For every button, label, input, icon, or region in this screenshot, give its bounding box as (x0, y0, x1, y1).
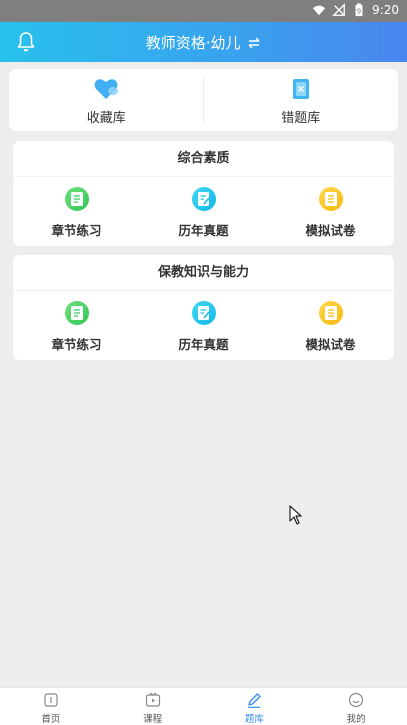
favorites-heart-icon (94, 79, 119, 99)
tab-label: 首页 (41, 714, 61, 725)
mock-exam-button[interactable]: 模拟试卷 (267, 291, 394, 360)
battery-level: 9 (357, 8, 361, 16)
tab-course[interactable]: 课程 (102, 688, 204, 725)
wrong-questions-icon (292, 79, 309, 99)
tab-question-bank[interactable]: 题库 (204, 688, 306, 725)
quick-links-card: 收藏库 错题库 (9, 69, 398, 131)
section-comprehensive-quality: 综合素质 章节练习 历年真题 模拟试卷 (13, 141, 394, 246)
swap-arrows-icon (248, 37, 260, 48)
question-bank-icon (248, 693, 262, 708)
tab-label: 我的 (346, 714, 366, 725)
section-childcare-knowledge: 保教知识与能力 章节练习 历年真题 模拟试卷 (13, 255, 394, 360)
item-label: 章节练习 (51, 337, 102, 352)
past-exams-button[interactable]: 历年真题 (140, 177, 267, 246)
wrong-questions-button[interactable]: 错题库 (204, 69, 399, 131)
past-exams-icon (191, 301, 216, 325)
mock-exam-icon (318, 187, 343, 211)
section-title: 保教知识与能力 (13, 255, 394, 291)
item-label: 历年真题 (178, 337, 229, 352)
mock-exam-button[interactable]: 模拟试卷 (267, 177, 394, 246)
section-title: 综合素质 (13, 141, 394, 177)
battery-icon: 9 (355, 3, 363, 17)
bottom-tab-bar: 首页 课程 题库 我的 (0, 687, 407, 725)
favorites-label: 收藏库 (86, 111, 126, 126)
profile-icon (349, 692, 364, 708)
app-header: 教师资格·幼儿 (0, 22, 407, 62)
wifi-icon (312, 5, 326, 16)
page-title: 教师资格·幼儿 (145, 34, 241, 52)
exam-switcher[interactable]: 教师资格·幼儿 (0, 32, 407, 53)
item-label: 模拟试卷 (305, 337, 356, 352)
course-icon (145, 692, 160, 707)
mock-exam-icon (318, 301, 343, 325)
no-signal-icon (332, 3, 345, 16)
chapter-practice-icon (64, 187, 89, 211)
status-bar: 9 9:20 (0, 0, 407, 22)
clock: 9:20 (372, 3, 399, 17)
tab-home[interactable]: 首页 (0, 688, 102, 725)
item-label: 章节练习 (51, 223, 102, 238)
past-exams-icon (191, 187, 216, 211)
home-icon (44, 693, 58, 707)
favorites-button[interactable]: 收藏库 (9, 69, 204, 131)
mouse-cursor-icon (289, 505, 302, 525)
chapter-practice-icon (64, 301, 89, 325)
chapter-practice-button[interactable]: 章节练习 (13, 291, 140, 360)
chapter-practice-button[interactable]: 章节练习 (13, 177, 140, 246)
item-label: 模拟试卷 (305, 223, 356, 238)
wrong-questions-label: 错题库 (281, 111, 321, 126)
tab-label: 课程 (143, 714, 163, 725)
tab-label: 题库 (244, 714, 264, 725)
past-exams-button[interactable]: 历年真题 (140, 291, 267, 360)
item-label: 历年真题 (178, 223, 229, 238)
tab-profile[interactable]: 我的 (305, 688, 407, 725)
